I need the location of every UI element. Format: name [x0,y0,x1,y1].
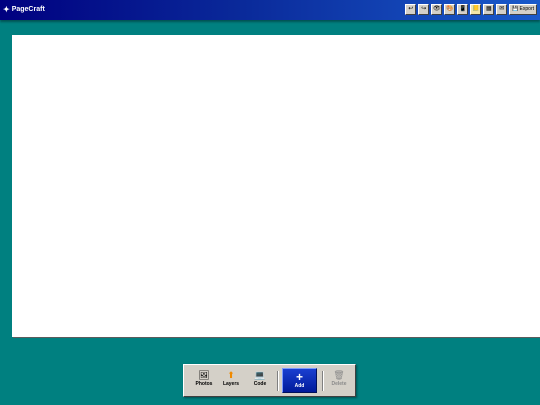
app-title: PageCraft [11,6,45,13]
app-brand: ✦ PageCraft [3,4,45,16]
undo-button[interactable]: ↩ [405,4,417,15]
layers-button[interactable]: ⬆ Layers [219,370,243,392]
grid-button[interactable]: ▦ [483,4,495,15]
export-button[interactable]: 💾 Export [509,4,537,15]
image-icon: 🖼 [198,370,210,380]
layers-icon: ⬆ [227,370,235,380]
notebook-icon: 📒 [472,6,480,12]
add-label: Add [294,383,305,389]
dock-divider [277,371,278,391]
top-toolbar: ↩ ↪ 👁 🎨 📱 📒 ▦ ✉ 💾 Export [405,4,537,16]
delete-label: Delete [331,381,347,387]
redo-icon: ↪ [421,6,427,12]
trash-icon: 🗑 [333,370,345,380]
laptop-icon: 💻 [254,370,266,380]
mobile-view-button[interactable]: 📱 [457,4,469,15]
eye-icon: 👁 [433,6,441,12]
dock-divider [322,371,323,391]
add-button[interactable]: + Add [282,368,317,393]
mail-button[interactable]: ✉ [496,4,508,15]
mail-icon: ✉ [499,6,505,12]
undo-icon: ↩ [408,6,414,12]
page-canvas[interactable] [12,35,540,337]
theme-button[interactable]: 🎨 [444,4,456,15]
redo-button[interactable]: ↪ [418,4,430,15]
preview-button[interactable]: 👁 [431,4,443,15]
save-icon: 💾 [512,6,519,12]
layers-label: Layers [222,381,240,387]
photos-button[interactable]: 🖼 Photos [192,370,216,392]
code-label: Code [253,381,267,387]
code-button[interactable]: 💻 Code [248,370,272,392]
plus-icon: + [295,370,303,384]
palette-icon: 🎨 [446,6,454,12]
export-label: Export [519,6,534,12]
title-bar: ✦ PageCraft ↩ ↪ 👁 🎨 📱 📒 ▦ ✉ 💾 Export [0,0,540,20]
sparkle-icon: ✦ [3,5,10,14]
delete-button[interactable]: 🗑 Delete [327,370,351,392]
grid-icon: ▦ [485,6,492,12]
photos-label: Photos [195,381,213,387]
phone-icon: 📱 [459,6,467,12]
bottom-dock: 🖼 Photos ⬆ Layers 💻 Code + Add 🗑 Delete [183,364,356,397]
notes-button[interactable]: 📒 [470,4,482,15]
